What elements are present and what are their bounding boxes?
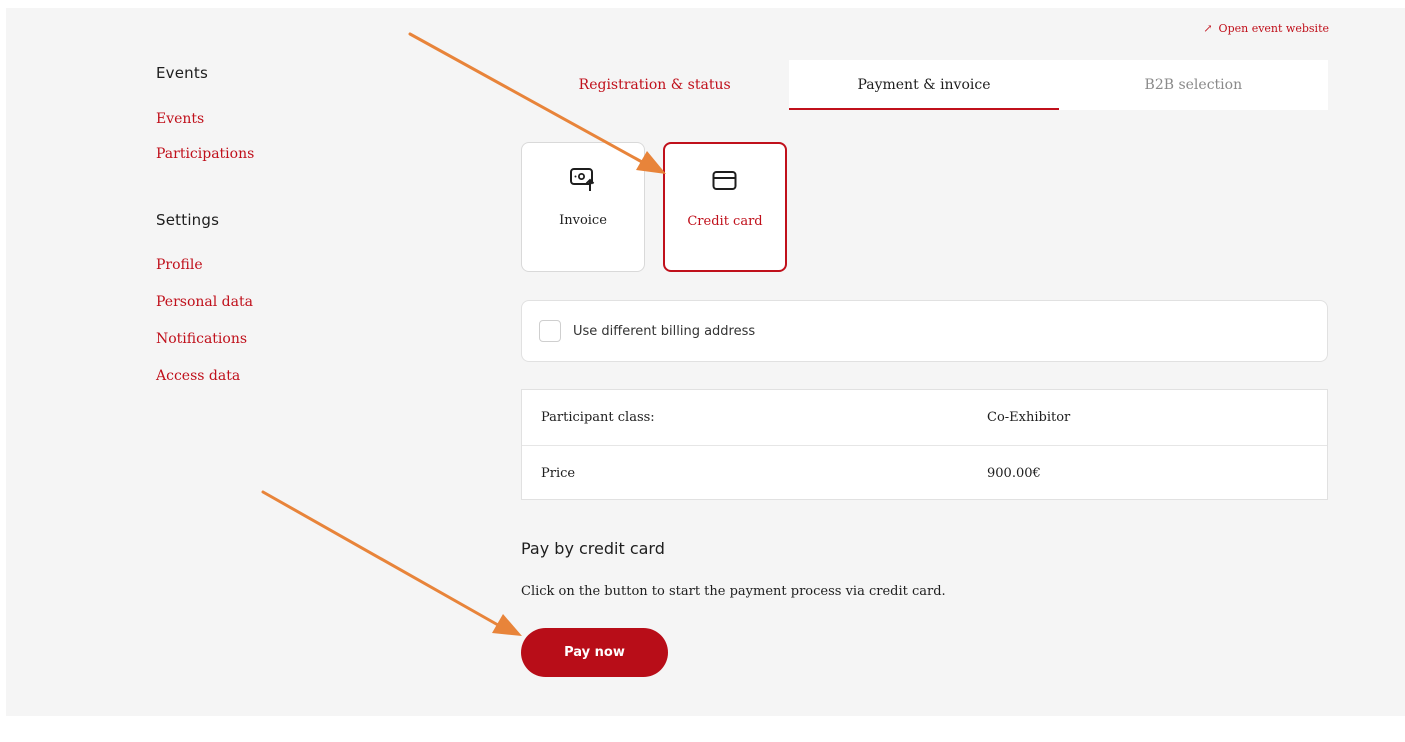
- sidebar-item-access-data[interactable]: Access data: [156, 367, 376, 385]
- open-event-website-link[interactable]: ↗ Open event website: [1203, 22, 1329, 35]
- payment-method-credit-card[interactable]: Credit card: [663, 142, 787, 272]
- table-row: Participant class: Co-Exhibitor: [522, 390, 1327, 445]
- external-arrow-icon: ↗: [1203, 22, 1213, 35]
- tab-payment-invoice[interactable]: Payment & invoice: [789, 60, 1059, 110]
- sidebar-heading-settings: Settings: [156, 211, 220, 229]
- payment-method-invoice-label: Invoice: [559, 213, 607, 228]
- different-billing-checkbox[interactable]: [539, 320, 561, 342]
- sidebar-item-participations[interactable]: Participations: [156, 145, 376, 163]
- page-content: ↗ Open event website Events Events Partic…: [6, 8, 1405, 716]
- participant-class-label: Participant class:: [541, 410, 655, 425]
- table-row: Price 900.00€: [522, 445, 1327, 501]
- sidebar-heading-events: Events: [156, 64, 208, 82]
- tab-b2b-selection[interactable]: B2B selection: [1058, 60, 1328, 110]
- credit-card-icon: [711, 166, 739, 196]
- pay-now-button[interactable]: Pay now: [521, 628, 668, 677]
- price-value: 900.00€: [987, 466, 1041, 481]
- different-billing-label[interactable]: Use different billing address: [573, 324, 755, 339]
- participant-class-value: Co-Exhibitor: [987, 410, 1071, 425]
- pay-section-description: Click on the button to start the payment…: [521, 584, 946, 599]
- billing-address-panel: Use different billing address: [521, 300, 1328, 362]
- sidebar-item-personal-data[interactable]: Personal data: [156, 293, 376, 311]
- participation-info-table: Participant class: Co-Exhibitor Price 90…: [521, 389, 1328, 500]
- sidebar-item-profile[interactable]: Profile: [156, 256, 376, 274]
- sidebar-item-events[interactable]: Events: [156, 110, 376, 128]
- settings-nav-list: Profile Personal data Notifications Acce…: [156, 256, 376, 385]
- pay-section-title: Pay by credit card: [521, 539, 665, 558]
- price-label: Price: [541, 466, 576, 481]
- tab-bar: Registration & status Payment & invoice …: [520, 60, 1328, 110]
- events-nav-list: Events Participations: [156, 110, 376, 163]
- payment-method-invoice[interactable]: Invoice: [521, 142, 645, 272]
- payment-method-credit-card-label: Credit card: [687, 214, 763, 229]
- tab-registration-status[interactable]: Registration & status: [520, 60, 790, 110]
- open-event-website-label: Open event website: [1218, 22, 1329, 35]
- sidebar-item-notifications[interactable]: Notifications: [156, 330, 376, 348]
- money-upload-icon: [568, 165, 598, 195]
- sidebar: Events Events Participations Settings Pr…: [156, 64, 376, 385]
